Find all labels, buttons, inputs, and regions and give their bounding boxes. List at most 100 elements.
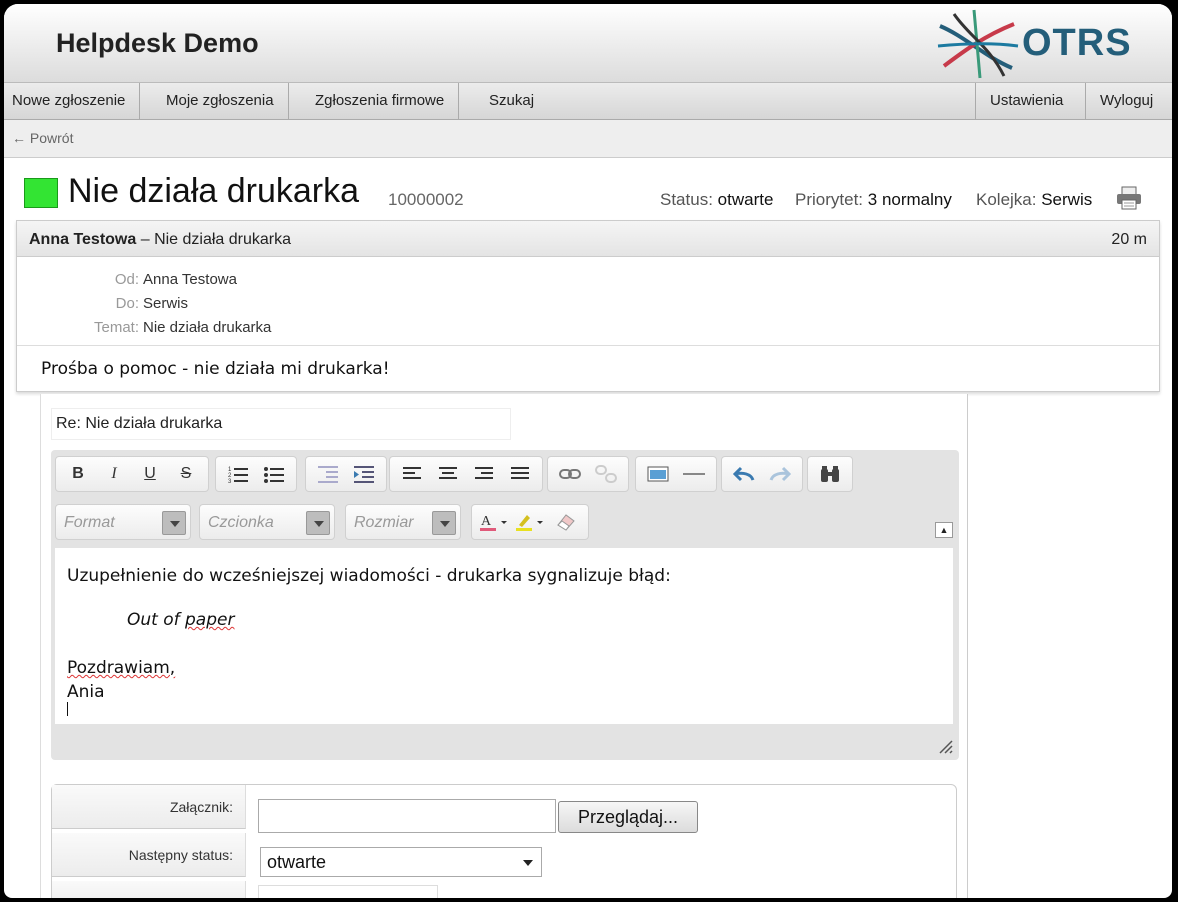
ticket-title: Nie działa drukarka [68, 172, 360, 210]
italic-button[interactable]: I [96, 459, 132, 489]
status-label: Status: [660, 190, 713, 209]
next-status-select[interactable]: otwarte [260, 847, 542, 877]
reply-form: B I U S 123 [40, 394, 968, 898]
reply-line-2-misspelled: paper [185, 610, 235, 630]
chevron-down-icon [306, 511, 330, 535]
redo-icon[interactable] [762, 459, 798, 489]
format-dropdown[interactable]: Format [55, 504, 191, 540]
align-left-icon[interactable] [394, 459, 430, 489]
resize-grip-icon[interactable] [937, 738, 953, 754]
highlight-color-icon[interactable] [512, 507, 548, 537]
rich-text-editor: B I U S 123 Format Czcionka Rozmiar A ▲ … [51, 450, 959, 760]
indent-icon[interactable] [346, 459, 382, 489]
next-status-label: Następny status: [128, 847, 233, 863]
strikethrough-button[interactable]: S [168, 459, 204, 489]
attachment-row: Załącznik: [52, 785, 246, 829]
article-title: Anna Testowa – Nie działa drukarka [29, 231, 291, 249]
align-center-icon[interactable] [430, 459, 466, 489]
nav-company-tickets[interactable]: Zgłoszenia firmowe [301, 83, 460, 119]
article-body: Prośba o pomoc - nie działa mi drukarka! [41, 359, 390, 379]
field-from-label: Od: [114, 271, 139, 288]
header: Helpdesk Demo OTRS [4, 4, 1172, 82]
nav-my-tickets[interactable]: Moje zgłoszenia [152, 83, 289, 119]
article-subject: – Nie działa drukarka [136, 231, 292, 248]
article-header[interactable]: Anna Testowa – Nie działa drukarka 20 m [17, 221, 1159, 257]
font-dropdown[interactable]: Czcionka [199, 504, 335, 540]
image-icon[interactable] [640, 459, 676, 489]
align-right-icon[interactable] [466, 459, 502, 489]
numbered-list-icon[interactable]: 123 [220, 459, 256, 489]
queue-value: Serwis [1041, 190, 1093, 209]
print-icon[interactable] [1116, 186, 1142, 210]
bold-button[interactable]: B [60, 459, 96, 489]
ticket-number: 10000002 [388, 190, 464, 209]
toolbar-colors: A [471, 504, 589, 540]
ticket-priority: Priorytet: 3 normalny [795, 190, 952, 210]
article-panel: Anna Testowa – Nie działa drukarka 20 m … [16, 220, 1160, 392]
toolbar-insert [635, 456, 717, 492]
toolbar-alignment [389, 456, 543, 492]
ticket-status-indicator [24, 178, 58, 208]
toolbar-find [807, 456, 853, 492]
back-link[interactable]: ← Powrót [12, 130, 73, 146]
back-bar: ← Powrót [4, 120, 1172, 158]
eraser-icon[interactable] [548, 507, 584, 537]
align-justify-icon[interactable] [502, 459, 538, 489]
field-from-value: Anna Testowa [143, 271, 237, 288]
app-title: Helpdesk Demo [56, 28, 259, 58]
nav-logout[interactable]: Wyloguj [1085, 83, 1163, 119]
bulleted-list-icon[interactable] [256, 459, 292, 489]
format-label: Format [64, 514, 115, 531]
attachment-label: Załącznik: [169, 799, 233, 815]
ticket-status: Status: otwarte [660, 190, 773, 210]
reply-line-2-text: Out of [127, 610, 186, 630]
text-cursor [67, 702, 68, 716]
link-icon[interactable] [552, 459, 588, 489]
otrs-logo-icon [937, 9, 1019, 79]
nav-new-ticket[interactable]: Nowe zgłoszenie [4, 83, 141, 119]
toolbar-basic-styles: B I U S [55, 456, 209, 492]
editor-content[interactable]: Uzupełnienie do wcześniejszej wiadomości… [55, 548, 953, 724]
status-value: otwarte [717, 190, 774, 209]
next-status-row: Następny status: [52, 833, 246, 877]
size-label: Rozmiar [354, 514, 414, 531]
reply-line-4: Ania [67, 682, 105, 702]
svg-text:3: 3 [228, 479, 232, 483]
nav-search[interactable]: Szukaj [475, 83, 548, 119]
browse-button[interactable]: Przeglądaj... [558, 801, 698, 833]
form-row-partial [52, 881, 246, 898]
field-to-label: Do: [115, 295, 139, 312]
article-sender: Anna Testowa [29, 231, 137, 248]
size-dropdown[interactable]: Rozmiar [345, 504, 461, 540]
otrs-logo[interactable]: OTRS [934, 6, 1144, 80]
undo-icon[interactable] [726, 459, 762, 489]
unlink-icon[interactable] [588, 459, 624, 489]
reply-line-3: Pozdrawiam, [67, 658, 175, 678]
outdent-icon[interactable] [310, 459, 346, 489]
font-label: Czcionka [208, 514, 274, 531]
main-nav: Nowe zgłoszenie Moje zgłoszenia Zgłoszen… [4, 82, 1172, 120]
reply-options: Załącznik: Przeglądaj... Następny status… [51, 784, 957, 898]
horizontal-line-icon[interactable] [676, 459, 712, 489]
toolbar-indent [305, 456, 387, 492]
reply-line-3-text: Pozdrawiam, [67, 658, 176, 678]
partial-input[interactable] [258, 885, 438, 898]
underline-button[interactable]: U [132, 459, 168, 489]
priority-value: 3 normalny [867, 190, 952, 209]
collapse-toolbar-icon[interactable]: ▲ [935, 522, 953, 538]
text-color-icon[interactable]: A [476, 507, 512, 537]
reply-subject-input[interactable] [51, 408, 511, 440]
reply-line-2: Out of paper [127, 610, 234, 630]
chevron-down-icon [162, 511, 186, 535]
priority-label: Priorytet: [795, 190, 864, 209]
find-binoculars-icon[interactable] [812, 459, 848, 489]
reply-line-1: Uzupełnienie do wcześniejszej wiadomości… [67, 566, 671, 586]
attachment-file-input[interactable] [258, 799, 556, 833]
toolbar-links [547, 456, 629, 492]
nav-preferences[interactable]: Ustawienia [975, 83, 1077, 119]
article-divider [17, 345, 1159, 346]
field-subject-value: Nie działa drukarka [143, 319, 272, 336]
toolbar-history [721, 456, 803, 492]
queue-label: Kolejka: [976, 190, 1037, 209]
field-to-value: Serwis [143, 295, 189, 312]
